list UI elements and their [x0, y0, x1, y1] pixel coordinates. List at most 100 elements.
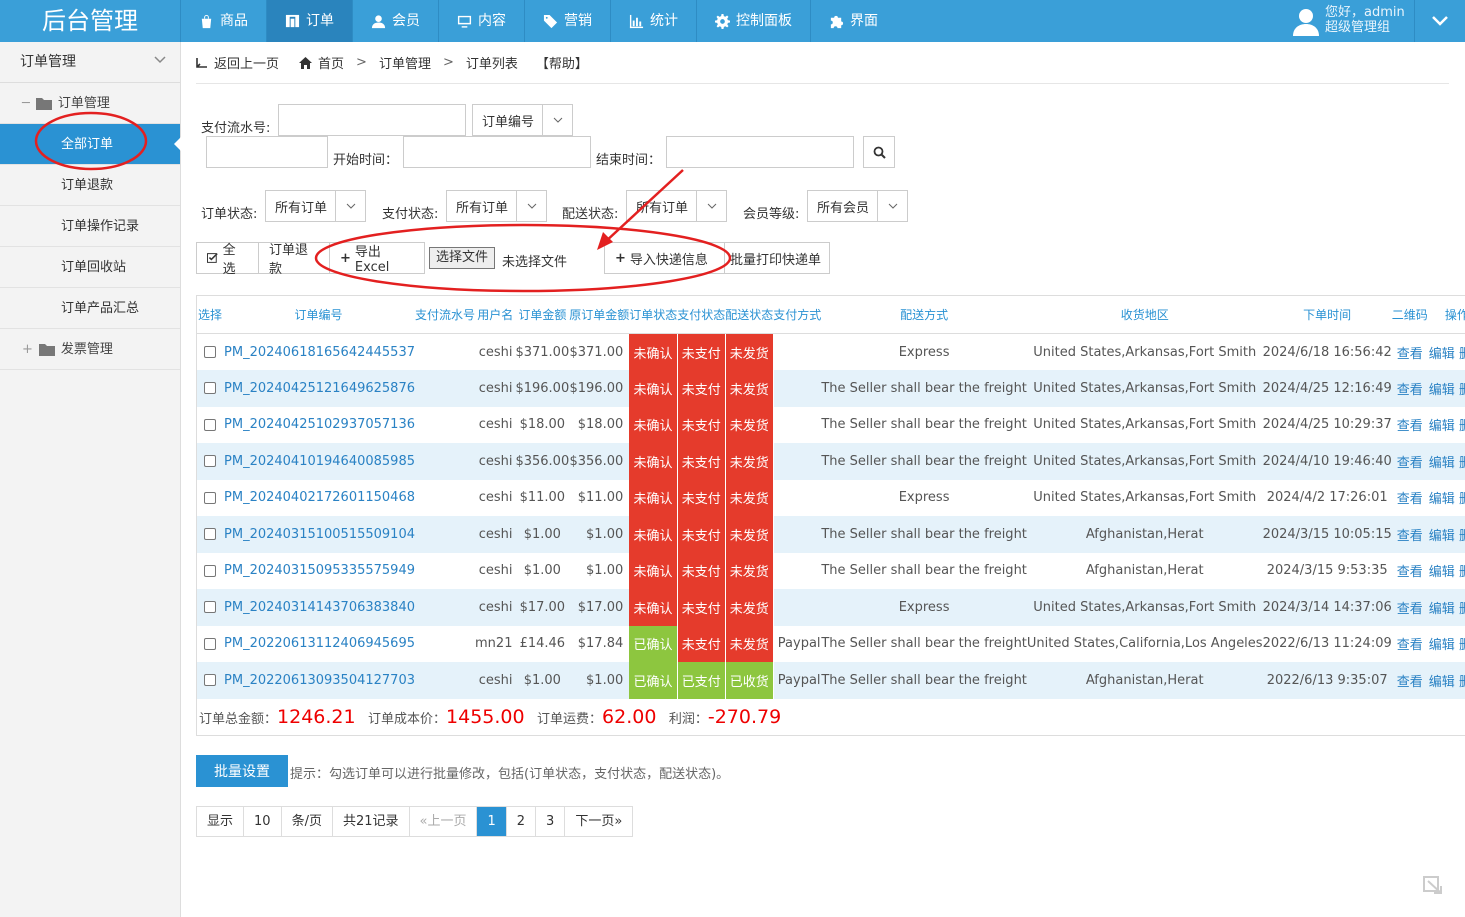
import-express-button[interactable]: + 导入快递信息	[604, 242, 725, 274]
nav-content[interactable]: 内容	[438, 0, 524, 42]
edit-link[interactable]: 编辑	[1429, 602, 1455, 617]
refund-button[interactable]: 订单退款	[258, 242, 330, 277]
search-icon	[873, 146, 886, 159]
sidebar-item-recycle-bin[interactable]: 订单回收站	[0, 247, 180, 288]
edit-link[interactable]: 编辑	[1429, 529, 1455, 544]
nav-goods[interactable]: 商品	[180, 0, 266, 42]
delete-link[interactable]: 删除	[1459, 565, 1465, 580]
row-checkbox[interactable]	[203, 674, 216, 687]
user-dropdown-button[interactable]	[1414, 0, 1465, 42]
nav-interface[interactable]: 界面	[810, 0, 896, 42]
delete-link[interactable]: 删除	[1459, 419, 1465, 434]
sidebar-folder-label: 订单管理	[57, 95, 110, 111]
order-status-select[interactable]: 所有订单	[265, 190, 366, 222]
order-number-link[interactable]: PM_20240618165642445537	[222, 334, 415, 371]
app-title[interactable]: 后台管理	[0, 0, 180, 42]
view-link[interactable]: 查看	[1392, 480, 1428, 517]
row-checkbox[interactable]	[203, 455, 216, 468]
delete-link[interactable]: 删除	[1459, 529, 1465, 544]
edit-link[interactable]: 编辑	[1429, 492, 1455, 507]
search-button[interactable]	[863, 136, 895, 168]
delete-link[interactable]: 删除	[1459, 602, 1465, 617]
order-number-link[interactable]: PM_20240410194640085985	[222, 443, 415, 480]
delete-link[interactable]: 删除	[1459, 638, 1465, 653]
view-link[interactable]: 查看	[1392, 553, 1428, 590]
pager-page-3[interactable]: 3	[536, 807, 566, 836]
view-link[interactable]: 查看	[1391, 516, 1428, 553]
row-checkbox[interactable]	[203, 528, 216, 541]
choose-file-button[interactable]: 选择文件	[429, 247, 496, 269]
pager-page-size[interactable]: 10	[244, 807, 282, 836]
order-number-link[interactable]: PM_20240315095335575949	[222, 553, 415, 590]
export-excel-button[interactable]: + 导出Excel	[329, 242, 425, 275]
nav-stats[interactable]: 统计	[610, 0, 696, 42]
pager-page-2[interactable]: 2	[507, 807, 537, 836]
row-checkbox[interactable]	[203, 637, 216, 650]
nav-control-panel[interactable]: 控制面板	[696, 0, 810, 42]
delete-link[interactable]: 删除	[1459, 675, 1465, 690]
delete-link[interactable]: 删除	[1459, 492, 1465, 507]
pager-page-1[interactable]: 1	[477, 807, 507, 836]
edit-link[interactable]: 编辑	[1429, 565, 1455, 580]
pay-serial-input[interactable]	[278, 104, 466, 136]
pager-prev[interactable]: «上一页	[410, 807, 478, 836]
select-all-button[interactable]: 全选	[196, 242, 259, 277]
edit-link[interactable]: 编辑	[1429, 419, 1455, 434]
breadcrumb-order-management[interactable]: 订单管理	[379, 53, 431, 72]
row-checkbox[interactable]	[203, 564, 216, 577]
sidebar-item-operation-log[interactable]: 订单操作记录	[0, 206, 180, 247]
view-link[interactable]: 查看	[1392, 407, 1428, 444]
edit-link[interactable]: 编辑	[1429, 383, 1455, 398]
batch-print-button[interactable]: 批量打印快递单	[724, 242, 830, 274]
sidebar-folder-orders[interactable]: ─ 订单管理	[0, 83, 180, 124]
delete-link[interactable]: 删除	[1459, 456, 1465, 471]
order-number-link[interactable]: PM_20220613112406945695	[222, 626, 415, 663]
order-no-select[interactable]: 订单编号	[472, 104, 573, 136]
ship-status-select[interactable]: 所有订单	[626, 190, 727, 222]
user-menu[interactable]: 您好，admin 超级管理组	[1288, 0, 1414, 42]
help-link[interactable]: 【帮助】	[536, 53, 588, 72]
end-time-input[interactable]	[666, 136, 854, 168]
sidebar-item-product-summary[interactable]: 订单产品汇总	[0, 288, 180, 329]
order-no-input[interactable]	[206, 136, 328, 168]
delete-link[interactable]: 删除	[1459, 383, 1465, 398]
order-number-link[interactable]: PM_20240314143706383840	[222, 589, 415, 626]
edit-link[interactable]: 编辑	[1429, 456, 1455, 471]
order-number-link[interactable]: PM_20240425102937057136	[222, 407, 415, 444]
view-link[interactable]: 查看	[1392, 334, 1428, 371]
view-link[interactable]: 查看	[1392, 626, 1428, 663]
breadcrumb-home[interactable]: 首页	[318, 53, 344, 72]
view-link[interactable]: 查看	[1391, 443, 1428, 480]
order-number-link[interactable]: PM_20240402172601150468	[222, 480, 415, 517]
sidebar-header[interactable]: 订单管理	[0, 42, 180, 83]
order-number-link[interactable]: PM_20220613093504127703	[222, 662, 415, 699]
sidebar-item-refunds[interactable]: 订单退款	[0, 165, 180, 206]
nav-marketing[interactable]: 营销	[524, 0, 610, 42]
view-link[interactable]: 查看	[1391, 662, 1428, 699]
nav-members[interactable]: 会员	[352, 0, 438, 42]
delete-link[interactable]: 删除	[1459, 347, 1465, 362]
view-link[interactable]: 查看	[1391, 370, 1428, 407]
orig-amount-cell: $17.00	[569, 589, 630, 626]
edit-link[interactable]: 编辑	[1429, 675, 1455, 690]
row-checkbox[interactable]	[203, 382, 216, 395]
row-checkbox[interactable]	[203, 346, 216, 358]
member-level-select[interactable]: 所有会员	[807, 190, 908, 222]
order-time-cell: 2024/4/25 10:29:37	[1262, 417, 1392, 433]
pay-status-select[interactable]: 所有订单	[446, 190, 547, 222]
order-number-link[interactable]: PM_20240425121649625876	[222, 370, 415, 407]
sidebar-folder-invoices[interactable]: + 发票管理	[0, 329, 180, 370]
order-number-link[interactable]: PM_20240315100515509104	[222, 516, 415, 553]
sidebar-item-all-orders[interactable]: 全部订单	[0, 124, 181, 165]
row-checkbox[interactable]	[203, 601, 216, 614]
start-time-input[interactable]	[403, 136, 591, 168]
batch-settings-button[interactable]: 批量设置	[196, 755, 288, 787]
pager-next[interactable]: 下一页»	[565, 807, 632, 836]
view-link[interactable]: 查看	[1391, 589, 1428, 626]
edit-link[interactable]: 编辑	[1429, 347, 1455, 362]
edit-link[interactable]: 编辑	[1429, 638, 1455, 653]
back-link[interactable]: 返回上一页	[214, 53, 279, 72]
nav-orders[interactable]: 订单	[266, 0, 352, 42]
row-checkbox[interactable]	[203, 491, 216, 504]
row-checkbox[interactable]	[203, 418, 216, 431]
